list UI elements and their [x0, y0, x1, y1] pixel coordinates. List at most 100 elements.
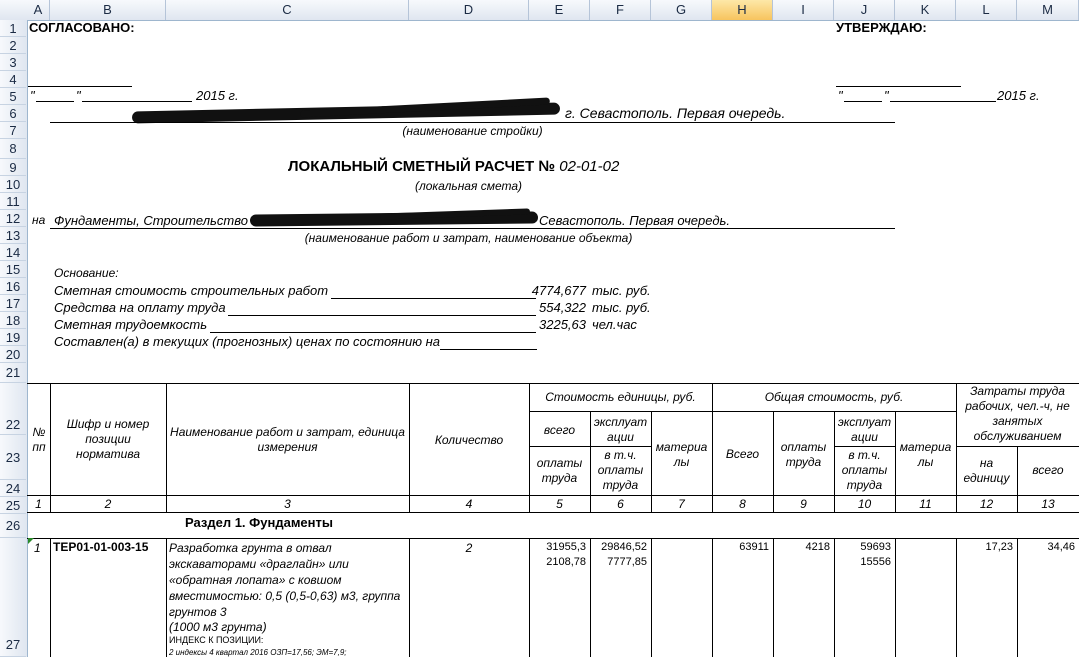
column-header-bar: A B C D E F G H I J K L M [0, 0, 1079, 21]
row-header[interactable]: 24 [0, 480, 26, 497]
basis-label: Основание: [54, 266, 119, 280]
table-vline [956, 383, 957, 512]
labor-total[interactable]: 34,46 [1017, 541, 1075, 553]
unit-cost-exploit[interactable]: 29846,52 [590, 541, 647, 553]
item-name-line: грунтов 3 [169, 605, 227, 619]
date-right-quote-close: " [884, 88, 889, 103]
unit-cost-all[interactable]: 31955,3 [529, 541, 586, 553]
column-header-e[interactable]: E [529, 0, 590, 20]
total-cost-exploit[interactable]: 59693 [834, 541, 891, 553]
item-number[interactable]: 1 [34, 541, 41, 555]
row-header[interactable]: 9 [0, 159, 26, 176]
total-cost-all[interactable]: 63911 [712, 541, 769, 553]
row-header[interactable]: 3 [0, 54, 26, 71]
estimate-title-prefix: ЛОКАЛЬНЫЙ СМЕТНЫЙ РАСЧЕТ № [288, 158, 556, 175]
estimate-number: 02-01-02 [559, 158, 620, 175]
header-unit-incl-wage: в т.ч. оплаты труда [597, 448, 644, 492]
table-vline [773, 538, 774, 657]
cost-underline [331, 298, 536, 299]
item-code[interactable]: ТЕР01-01-003-15 [53, 540, 148, 554]
row-header-bar: 1 2 3 4 5 6 7 8 9 10 11 12 13 14 15 16 1… [0, 20, 28, 657]
row-header[interactable]: 4 [0, 71, 26, 88]
row-header[interactable]: 12 [0, 210, 26, 227]
labor-label: Сметная трудоемкость [54, 317, 208, 332]
row-header[interactable]: 11 [0, 193, 26, 210]
cost-label: Сметная стоимость строительных работ [54, 283, 329, 298]
table-colnum-bottom [27, 512, 1079, 513]
column-header-c[interactable]: C [166, 0, 409, 20]
table-subheader-line [529, 411, 956, 412]
row-header[interactable]: 16 [0, 278, 26, 295]
row-header[interactable]: 20 [0, 346, 26, 363]
column-header-f[interactable]: F [590, 0, 651, 20]
column-header-k[interactable]: K [895, 0, 956, 20]
row-header[interactable]: 23 [0, 435, 26, 480]
row-header[interactable]: 15 [0, 261, 26, 278]
header-unit-all: всего [543, 423, 576, 437]
header-quantity: Количество [434, 433, 504, 447]
column-header-l[interactable]: L [956, 0, 1017, 20]
row-header[interactable]: 27 [0, 538, 26, 657]
item-name-line: вместимостью: 0,5 (0,5-0,63) м3, группа [169, 589, 401, 603]
header-labor-all: всего [1032, 463, 1064, 477]
total-cost-wage[interactable]: 4218 [773, 541, 830, 553]
row-header[interactable]: 13 [0, 227, 26, 244]
row-header[interactable]: 6 [0, 105, 26, 122]
column-header-j[interactable]: J [834, 0, 895, 20]
row-header[interactable]: 14 [0, 244, 26, 261]
table-vline [895, 538, 896, 657]
table-vline [50, 538, 51, 657]
labor-per-unit[interactable]: 17,23 [956, 541, 1013, 553]
row-header[interactable]: 19 [0, 329, 26, 346]
row-header[interactable]: 25 [0, 497, 26, 514]
prices-label: Составлен(а) в текущих (прогнозных) цена… [54, 334, 441, 349]
row-header[interactable]: 21 [0, 363, 26, 383]
on-label: на [32, 213, 46, 227]
item-index-label: ИНДЕКС К ПОЗИЦИИ: [169, 635, 264, 645]
table-vline [956, 538, 957, 657]
table-vline [1017, 538, 1018, 657]
column-number: 6 [617, 497, 624, 511]
date-left-quote-open: " [30, 88, 35, 103]
labor-unit: чел.час [592, 317, 637, 332]
column-header-i[interactable]: I [773, 0, 834, 20]
section-title: Раздел 1. Фундаменты [185, 515, 333, 530]
date-left-day-line [36, 101, 74, 102]
wage-unit: тыс. руб. [592, 300, 651, 315]
column-header-a[interactable]: A [27, 0, 50, 20]
row-header[interactable]: 1 [0, 20, 26, 37]
header-unit-wage: оплаты труда [536, 456, 583, 485]
row-header[interactable]: 7 [0, 122, 26, 139]
table-subheader-line [590, 446, 651, 447]
row-header[interactable]: 10 [0, 176, 26, 193]
date-left-month-line [82, 101, 192, 102]
row-header[interactable]: 5 [0, 88, 26, 105]
row-header[interactable]: 22 [0, 383, 26, 435]
row-header[interactable]: 2 [0, 37, 26, 54]
column-number: 1 [35, 497, 42, 511]
column-number: 4 [465, 497, 473, 511]
item-quantity[interactable]: 2 [409, 541, 529, 555]
row-header[interactable]: 26 [0, 514, 26, 538]
column-header-g[interactable]: G [651, 0, 712, 20]
column-header-b[interactable]: B [50, 0, 166, 20]
estimate-caption: (локальная смета) [414, 179, 523, 193]
header-unit-cost: Стоимость единицы, руб. [545, 390, 696, 404]
item-name-line: (1000 м3 грунта) [169, 620, 267, 634]
column-header-m[interactable]: M [1017, 0, 1079, 20]
row-header[interactable]: 18 [0, 312, 26, 329]
agreed-label: СОГЛАСОВАНО: [29, 20, 135, 35]
column-number: 2 [104, 497, 112, 511]
date-right-day-line [844, 101, 882, 102]
item-name-line[interactable]: Разработка грунта в отвал [169, 541, 332, 555]
table-section-bottom [27, 538, 1079, 539]
row-header[interactable]: 8 [0, 139, 26, 159]
row-header[interactable]: 17 [0, 295, 26, 312]
header-total-all: Всего [725, 447, 760, 461]
column-header-h[interactable]: H [712, 0, 773, 20]
column-header-d[interactable]: D [409, 0, 529, 20]
wage-underline [228, 315, 536, 316]
table-vline [50, 383, 51, 512]
prices-underline [440, 349, 537, 350]
header-total-exploit: эксплуатации [837, 415, 892, 444]
